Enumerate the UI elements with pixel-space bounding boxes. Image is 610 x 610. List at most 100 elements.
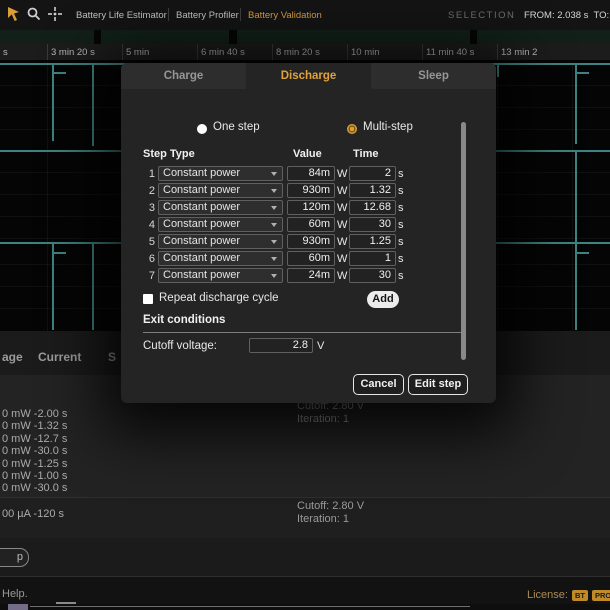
step-value-input[interactable]: 930m <box>287 234 335 249</box>
tab-separator <box>168 8 169 21</box>
gridline-vertical <box>572 62 573 331</box>
dialog-tab-discharge[interactable]: Discharge <box>246 63 371 89</box>
ruler-divider <box>347 44 348 60</box>
ruler-label: 6 min 40 s <box>201 47 245 58</box>
overview-minimap[interactable] <box>0 30 610 44</box>
step-time-input[interactable]: 30 <box>349 268 396 283</box>
panel-tab-current[interactable]: Current <box>38 350 81 364</box>
partial-edit-step-button[interactable]: p <box>0 548 29 567</box>
discharge-settings-dialog: Charge Discharge Sleep One step Multi-st… <box>121 63 496 403</box>
step-value-input[interactable]: 24m <box>287 268 335 283</box>
selection-to-label: TO: <box>594 10 610 21</box>
cancel-button[interactable]: Cancel <box>353 374 404 395</box>
step-time-unit: s <box>398 202 404 214</box>
ruler-label: 5 min <box>126 47 149 58</box>
background-step-line: 0 mW -12.7 s <box>2 433 67 445</box>
step-time-input[interactable]: 1.25 <box>349 234 396 249</box>
step-time-input[interactable]: 12.68 <box>349 200 396 215</box>
selection-from-label: FROM: <box>524 10 555 21</box>
waveform-segment <box>575 242 577 330</box>
edit-step-button[interactable]: Edit step <box>408 374 468 395</box>
chevron-down-icon <box>271 274 277 278</box>
tab-battery-profiler[interactable]: Battery Profiler <box>176 10 239 21</box>
step-time-input[interactable]: 2 <box>349 166 396 181</box>
license-badge: BT <box>572 590 588 601</box>
step-type-dropdown[interactable]: Constant power <box>158 234 283 249</box>
tab-battery-life-estimator[interactable]: Battery Life Estimator <box>76 10 167 21</box>
exit-conditions-divider <box>143 332 461 333</box>
step-row-number: 5 <box>135 236 155 248</box>
chevron-down-icon <box>271 172 277 176</box>
tab-separator <box>240 8 241 21</box>
ruler-divider <box>197 44 198 60</box>
ruler-label: 13 min 2 <box>501 47 537 58</box>
step-time-unit: s <box>398 270 404 282</box>
chevron-down-icon <box>271 206 277 210</box>
background-step-line: 0 mW -30.0 s <box>2 482 67 494</box>
step-type-dropdown[interactable]: Constant power <box>158 166 283 181</box>
step-value-unit: W <box>337 236 347 248</box>
ruler-divider <box>497 44 498 60</box>
minimap-gap <box>229 30 237 44</box>
step-value-input[interactable]: 60m <box>287 251 335 266</box>
step-type-dropdown[interactable]: Constant power <box>158 200 283 215</box>
tab-battery-validation[interactable]: Battery Validation <box>248 10 322 21</box>
waveform-segment <box>575 63 577 144</box>
cutoff-voltage-input[interactable]: 2.8 <box>249 338 313 353</box>
cutoff-voltage-label: Cutoff voltage: <box>143 340 217 352</box>
app-window: Battery Life Estimator Battery Profiler … <box>0 0 610 610</box>
move-icon[interactable] <box>47 6 63 22</box>
waveform-segment <box>575 150 577 244</box>
step-type-dropdown[interactable]: Constant power <box>158 268 283 283</box>
selection-readout: SELECTION FROM: 2.038 s TO: 2.18 <box>448 10 610 21</box>
ruler-divider <box>47 44 48 60</box>
one-step-radio[interactable] <box>197 124 207 134</box>
step-value-unit: W <box>337 219 347 231</box>
waveform-segment <box>92 63 94 146</box>
multi-step-radio-label[interactable]: Multi-step <box>363 121 413 133</box>
ruler-label: 10 min <box>351 47 380 58</box>
repeat-discharge-checkbox[interactable] <box>143 294 153 304</box>
one-step-radio-label[interactable]: One step <box>213 121 260 133</box>
background-step-line: 0 mW -1.00 s <box>2 470 67 482</box>
step-value-input[interactable]: 60m <box>287 217 335 232</box>
dialog-tab-charge[interactable]: Charge <box>121 63 246 89</box>
dialog-tab-bar: Charge Discharge Sleep <box>121 63 496 89</box>
step-value-input[interactable]: 120m <box>287 200 335 215</box>
step-time-input[interactable]: 1 <box>349 251 396 266</box>
multi-step-radio[interactable] <box>347 124 357 134</box>
chevron-down-icon <box>271 257 277 261</box>
step-time-input[interactable]: 1.32 <box>349 183 396 198</box>
step-row-number: 7 <box>135 270 155 282</box>
ruler-label: 8 min 20 s <box>276 47 320 58</box>
ruler-label: 11 min 40 s <box>426 47 474 58</box>
step-value-input[interactable]: 930m <box>287 183 335 198</box>
step-time-input[interactable]: 30 <box>349 217 396 232</box>
cutoff-info-line: Cutoff: 2.80 V <box>297 500 364 512</box>
help-text[interactable]: Help. <box>2 588 28 600</box>
step-type-dropdown[interactable]: Constant power <box>158 183 283 198</box>
dialog-scrollbar[interactable] <box>461 122 466 360</box>
time-ruler[interactable]: s3 min 20 s5 min6 min 40 s8 min 20 s10 m… <box>0 44 610 62</box>
ruler-divider <box>272 44 273 60</box>
step-time-unit: s <box>398 236 404 248</box>
license-row: License: BTPRO <box>527 589 610 601</box>
repeat-discharge-label[interactable]: Repeat discharge cycle <box>159 292 279 304</box>
ruler-label: s <box>3 47 8 58</box>
step-value-input[interactable]: 84m <box>287 166 335 181</box>
step-type-dropdown[interactable]: Constant power <box>158 251 283 266</box>
dialog-tab-sleep[interactable]: Sleep <box>371 63 496 89</box>
col-header-time: Time <box>353 148 378 160</box>
gridline-vertical <box>47 62 48 331</box>
step-row-number: 2 <box>135 185 155 197</box>
panel-tab-voltage[interactable]: age <box>2 350 23 364</box>
selection-from-value: 2.038 s <box>557 10 588 21</box>
license-badge: PRO <box>592 590 610 601</box>
step-row-number: 1 <box>135 168 155 180</box>
add-step-button[interactable]: Add <box>367 291 399 308</box>
search-icon[interactable] <box>27 7 41 21</box>
panel-tab-next[interactable]: S <box>108 350 116 364</box>
step-type-dropdown[interactable]: Constant power <box>158 217 283 232</box>
pointer-icon[interactable] <box>6 6 21 22</box>
chevron-down-icon <box>271 189 277 193</box>
